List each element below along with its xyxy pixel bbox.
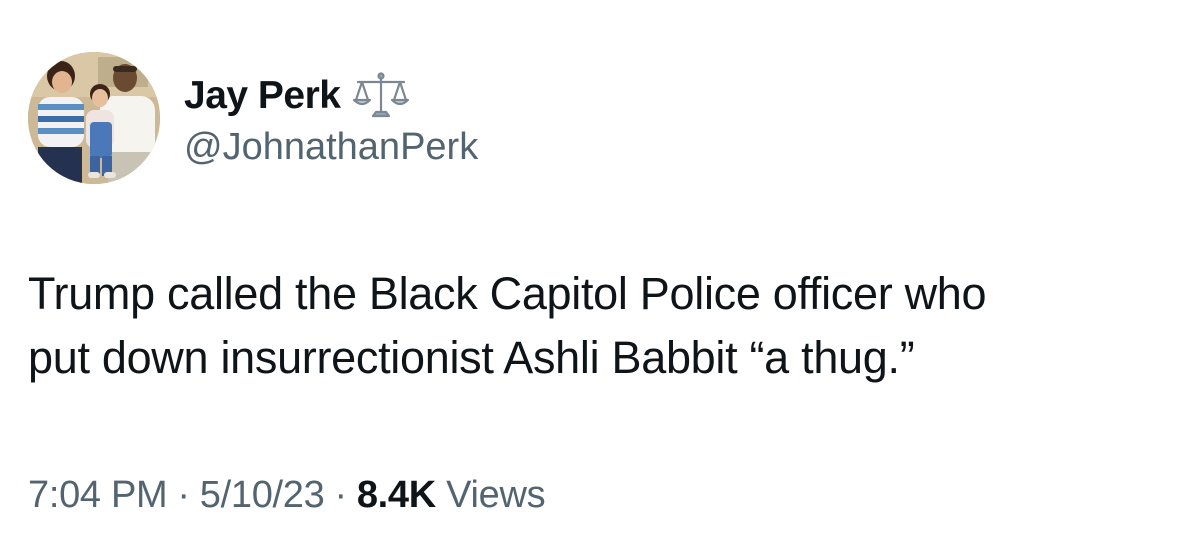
balance-scale-icon [352,70,410,122]
avatar-photo [28,52,160,184]
author-handle[interactable]: @JohnathanPerk [184,126,478,169]
tweet-time[interactable]: 7:04 PM [28,474,168,516]
tweet-header: Jay Perk @JohnathanPerk [28,52,478,184]
name-row: Jay Perk [184,68,478,124]
separator-dot: · [177,474,190,516]
views-count[interactable]: 8.4K [357,474,436,516]
tweet-meta: 7:04 PM · 5/10/23 · 8.4K Views [28,474,546,517]
tweet-date[interactable]: 5/10/23 [200,474,325,516]
tweet-text: Trump called the Black Capitol Police of… [28,262,1158,390]
views-label: Views [446,474,546,516]
tweet-text-line: put down insurrectionist Ashli Babbit “a… [28,332,915,383]
display-name[interactable]: Jay Perk [184,74,341,118]
author-block: Jay Perk @JohnathanPerk [184,68,478,169]
separator-dot: · [334,474,347,516]
avatar[interactable] [28,52,160,184]
tweet-text-line: Trump called the Black Capitol Police of… [28,268,987,319]
tweet-card: Jay Perk @JohnathanPerk Trump called the… [0,0,1179,549]
